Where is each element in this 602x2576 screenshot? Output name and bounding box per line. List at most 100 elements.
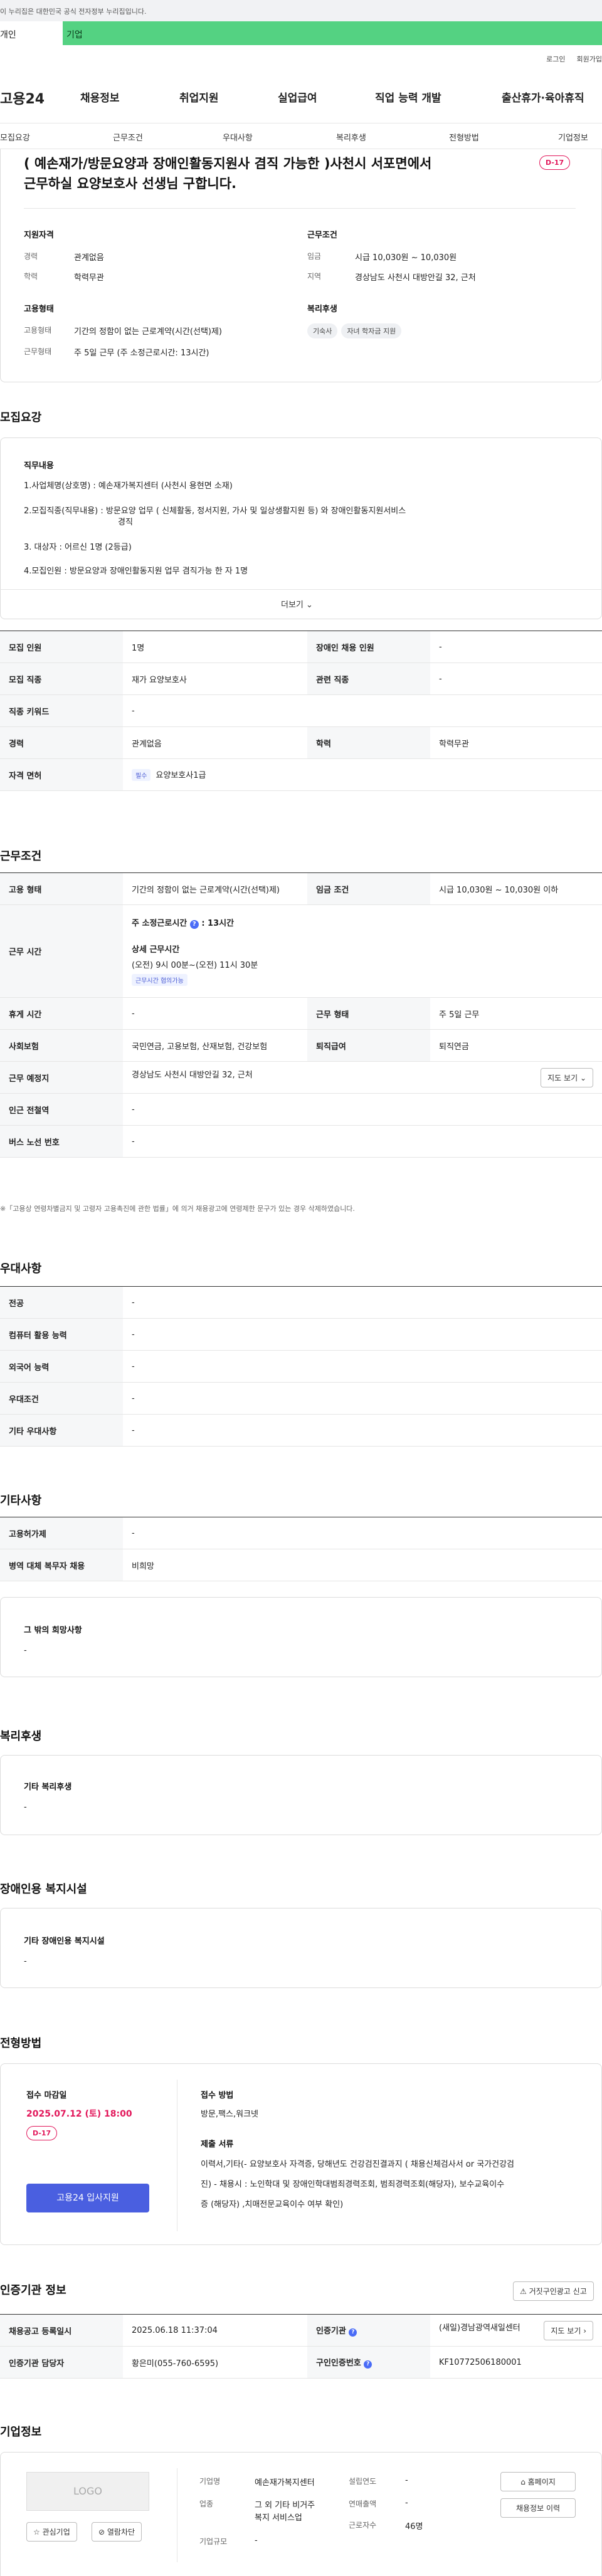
table-row: 인근 전철역 - xyxy=(0,1093,602,1126)
duty-title: 직무내용 xyxy=(24,461,54,471)
sales-key: 연매출액 xyxy=(349,2500,377,2508)
welfare-value: - xyxy=(24,1803,27,1812)
block-icon: ⊘ xyxy=(98,2528,105,2537)
emp-type-value: 기간의 정함이 없는 근로계약(시간(선택)제) xyxy=(74,327,223,337)
gnb-employment-support[interactable]: 취업지원 xyxy=(179,89,219,105)
map-button[interactable]: 지도 보기 ⌄ xyxy=(541,1067,593,1087)
table-row: 인증기관 담당자 황은미(055-760-6595) 구인인증번호 ? KF10772… xyxy=(0,2346,602,2379)
td-occupation: 재가 요양보호사 xyxy=(123,662,307,695)
more-label: 더보기 xyxy=(281,600,304,610)
wish-card xyxy=(0,1597,602,1677)
job-history-button[interactable]: 채용정보 이력 xyxy=(500,2498,576,2518)
subnav-conditions[interactable]: 근무조건 xyxy=(113,131,143,143)
tab-company[interactable]: 기업 xyxy=(63,21,602,45)
chip-dormitory: 기숙사 xyxy=(307,323,338,338)
more-button[interactable]: 더보기 ⌄ xyxy=(281,598,313,610)
th-cert-number: 구인인증번호 ? xyxy=(307,2346,430,2379)
edu-key: 학력 xyxy=(24,272,38,281)
signup-link[interactable]: 회원가입 xyxy=(577,55,602,63)
employees-key: 근로자수 xyxy=(349,2521,377,2530)
td-language: - xyxy=(123,1350,602,1383)
td-cert-agency: (새일)경남광역새일센터 지도 보기 › xyxy=(430,2314,602,2347)
process-card xyxy=(0,2063,602,2245)
favorite-company-button[interactable]: ☆ 관심기업 xyxy=(26,2522,77,2542)
docs-label: 제출 서류 xyxy=(201,2140,234,2149)
td-disabled-count: - xyxy=(430,631,602,663)
work-type-value: 주 5일 근무 (주 소정근로시간: 13시간) xyxy=(74,348,209,358)
th-retirement: 퇴직급여 xyxy=(307,1029,430,1062)
tab-personal[interactable]: 개인 xyxy=(0,21,63,45)
login-link[interactable]: 로그인 xyxy=(546,55,565,63)
docs-line-3: 증 (해당자) ,치매전문교육이수 여부 확인) xyxy=(201,2200,344,2209)
td-permit: - xyxy=(123,1517,602,1549)
th-disabled-count: 장애인 채용 인원 xyxy=(307,631,430,663)
table-row: 고용허가제 - xyxy=(0,1517,602,1549)
th-workplace: 근무 예정지 xyxy=(0,1061,123,1094)
subnav-preference[interactable]: 우대사항 xyxy=(223,131,253,143)
site-logo[interactable]: 고용24 xyxy=(0,88,45,108)
workplace-value: 경상남도 사천시 대방안길 32, 근처 xyxy=(132,1070,253,1080)
chevron-down-icon: ⌄ xyxy=(306,600,313,610)
report-label: 거짓구인광고 신고 xyxy=(529,2287,587,2296)
divider xyxy=(0,589,602,590)
area-key: 지역 xyxy=(307,272,322,281)
th-military: 병역 대체 복무자 채용 xyxy=(0,1549,123,1581)
duty-line-1: 1.사업체명(상호명) : 예손재가복지센터 (사천시 용현면 소재) xyxy=(24,481,233,491)
method-value: 방문,팩스,워크넷 xyxy=(201,2110,258,2119)
recruit-table: 모집 인원 1명 장애인 채용 인원 - 모집 직종 재가 요양보호사 관련 직종 - 직종… xyxy=(0,631,602,791)
th-computer: 컴퓨터 활용 능력 xyxy=(0,1318,123,1351)
info-icon[interactable]: ? xyxy=(189,920,199,929)
wish-value: - xyxy=(24,1646,27,1655)
table-row: 직종 키워드 - xyxy=(0,694,602,727)
subnav-process[interactable]: 전형방법 xyxy=(449,131,479,143)
table-row: 컴퓨터 활용 능력 - xyxy=(0,1318,602,1351)
td-count: 1명 xyxy=(123,631,307,663)
required-badge: 필수 xyxy=(132,769,151,781)
th-language: 외국어 능력 xyxy=(0,1350,123,1383)
td-emp-type: 기간의 정함이 없는 근로계약(시간(선택)제) xyxy=(123,872,307,905)
gnb-jobs[interactable]: 채용정보 xyxy=(80,89,120,105)
etc-table: 고용허가제 - 병역 대체 복무자 채용 비희망 xyxy=(0,1517,602,1581)
apply-button[interactable]: 고용24 입사지원 xyxy=(26,2184,149,2212)
cert-map-button[interactable]: 지도 보기 › xyxy=(544,2320,593,2340)
homepage-button[interactable]: ⌂ 홈페이지 xyxy=(500,2472,576,2491)
th-count: 모집 인원 xyxy=(0,631,123,663)
block-view-button[interactable]: ⊘ 열람차단 xyxy=(92,2522,142,2542)
detail-hours-label: 상세 근무시간 xyxy=(132,945,180,955)
report-fake-ad-button[interactable]: ⚠ 거짓구인광고 신고 xyxy=(513,2281,594,2301)
th-permit: 고용허가제 xyxy=(0,1517,123,1549)
subnav-welfare[interactable]: 복리후생 xyxy=(336,131,366,143)
preference-table: 전공 - 컴퓨터 활용 능력 - 외국어 능력 - 우대조건 - 기타 우대사항 - xyxy=(0,1286,602,1447)
wage-value: 시급 10,030원 ~ 10,030원 xyxy=(355,253,457,263)
td-work-time: 주 소정근로시간 ? : 13시간 상세 근무시간 (오전) 9시 00분~(오… xyxy=(123,904,602,998)
tab-personal-label: 개인 xyxy=(0,30,16,40)
info-icon[interactable]: ? xyxy=(349,2328,357,2337)
gnb-job-training[interactable]: 직업 능력 개발 xyxy=(375,89,441,105)
th-break: 휴게 시간 xyxy=(0,997,123,1030)
th-other-preference: 기타 우대사항 xyxy=(0,1414,123,1447)
info-icon[interactable]: ? xyxy=(364,2360,372,2369)
qualification-title: 지원자격 xyxy=(24,231,54,240)
subnav-company[interactable]: 기업정보 xyxy=(558,131,588,143)
table-row: 모집 인원 1명 장애인 채용 인원 - xyxy=(0,631,602,663)
top-tabs: 개인 기업 xyxy=(0,21,602,45)
gnb-unemployment-benefit[interactable]: 실업급여 xyxy=(278,89,317,105)
subnav-recruit[interactable]: 모집요강 xyxy=(0,131,30,143)
company-name-value: 예손재가복지센터 xyxy=(255,2478,315,2488)
disability-card xyxy=(0,1908,602,1988)
td-other-preference: - xyxy=(123,1414,602,1447)
company-logo: LOGO xyxy=(26,2472,149,2511)
gnb-parental-leave[interactable]: 출산휴가·육아휴직 xyxy=(502,89,584,105)
table-row: 휴게 시간 - 근무 형태 주 5일 근무 xyxy=(0,997,602,1030)
industry-value-2: 복지 서비스업 xyxy=(255,2513,302,2523)
td-bus: - xyxy=(123,1125,602,1158)
employment-type-title: 고용형태 xyxy=(24,305,54,314)
duty-line-3: 3. 대상자 : 어르신 1명 (2등급) xyxy=(24,543,132,552)
duty-line-2b: 경직 xyxy=(118,518,133,527)
welfare-label: 기타 복리후생 xyxy=(24,1783,72,1792)
duty-card xyxy=(0,437,602,619)
table-row: 경력 관계없음 학력 학력무관 xyxy=(0,726,602,759)
employees-value: 46명 xyxy=(405,2522,423,2531)
job-title-line2: 근무하실 요양보호사 선생님 구합니다. xyxy=(24,176,237,191)
negotiable-badge: 근무시간 협의가능 xyxy=(132,974,187,986)
